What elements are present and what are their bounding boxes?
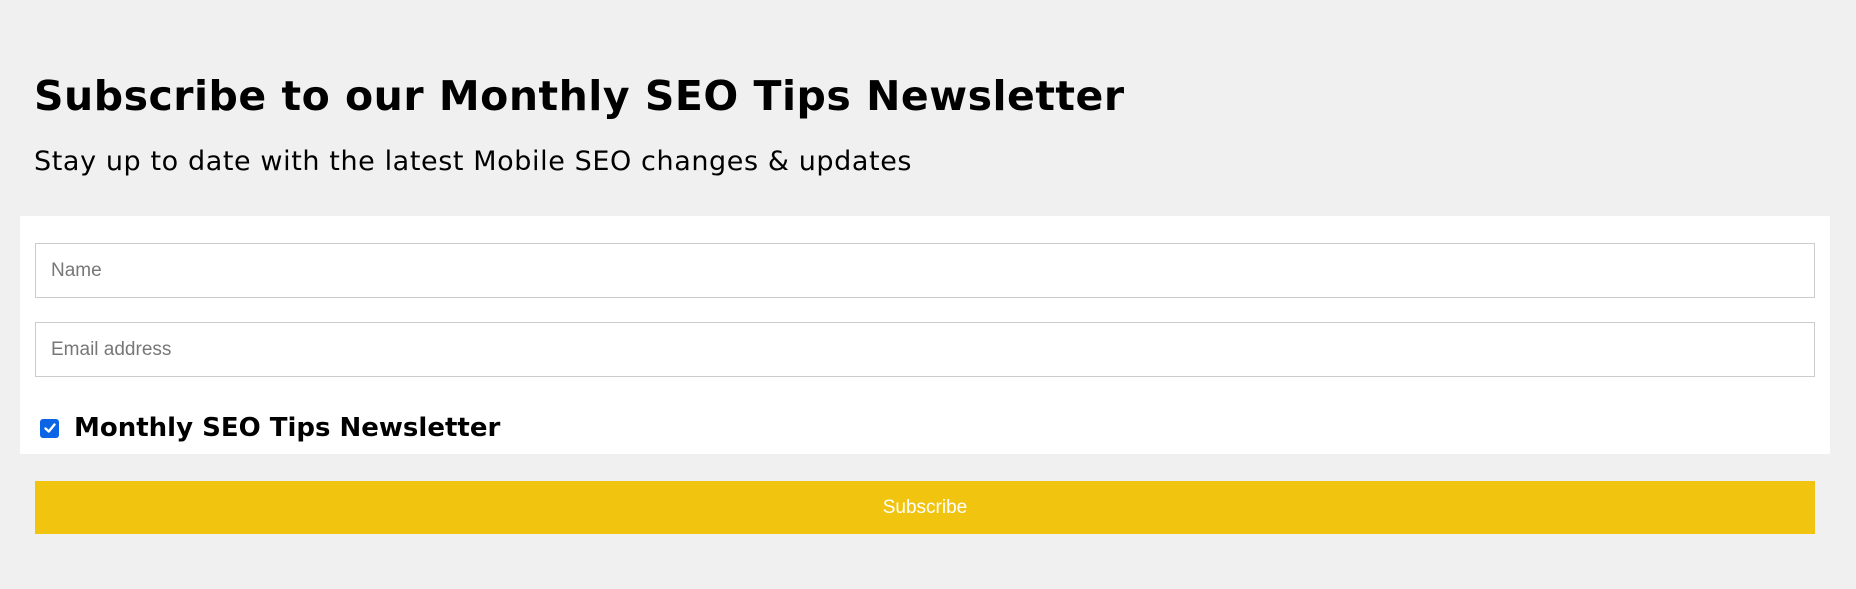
newsletter-checkbox-label[interactable]: Monthly SEO Tips Newsletter	[74, 410, 500, 446]
newsletter-subheading: Stay up to date with the latest Mobile S…	[34, 146, 913, 177]
newsletter-heading: Subscribe to our Monthly SEO Tips Newsle…	[34, 72, 1125, 120]
subscribe-form: Monthly SEO Tips Newsletter	[20, 216, 1830, 454]
newsletter-list-option[interactable]: Monthly SEO Tips Newsletter	[40, 410, 500, 446]
name-input[interactable]	[35, 243, 1815, 298]
newsletter-checkbox[interactable]	[40, 418, 59, 438]
newsletter-section: Subscribe to our Monthly SEO Tips Newsle…	[0, 0, 1856, 589]
email-input[interactable]	[35, 322, 1815, 377]
check-icon	[43, 423, 56, 433]
subscribe-button[interactable]: Subscribe	[35, 481, 1815, 534]
